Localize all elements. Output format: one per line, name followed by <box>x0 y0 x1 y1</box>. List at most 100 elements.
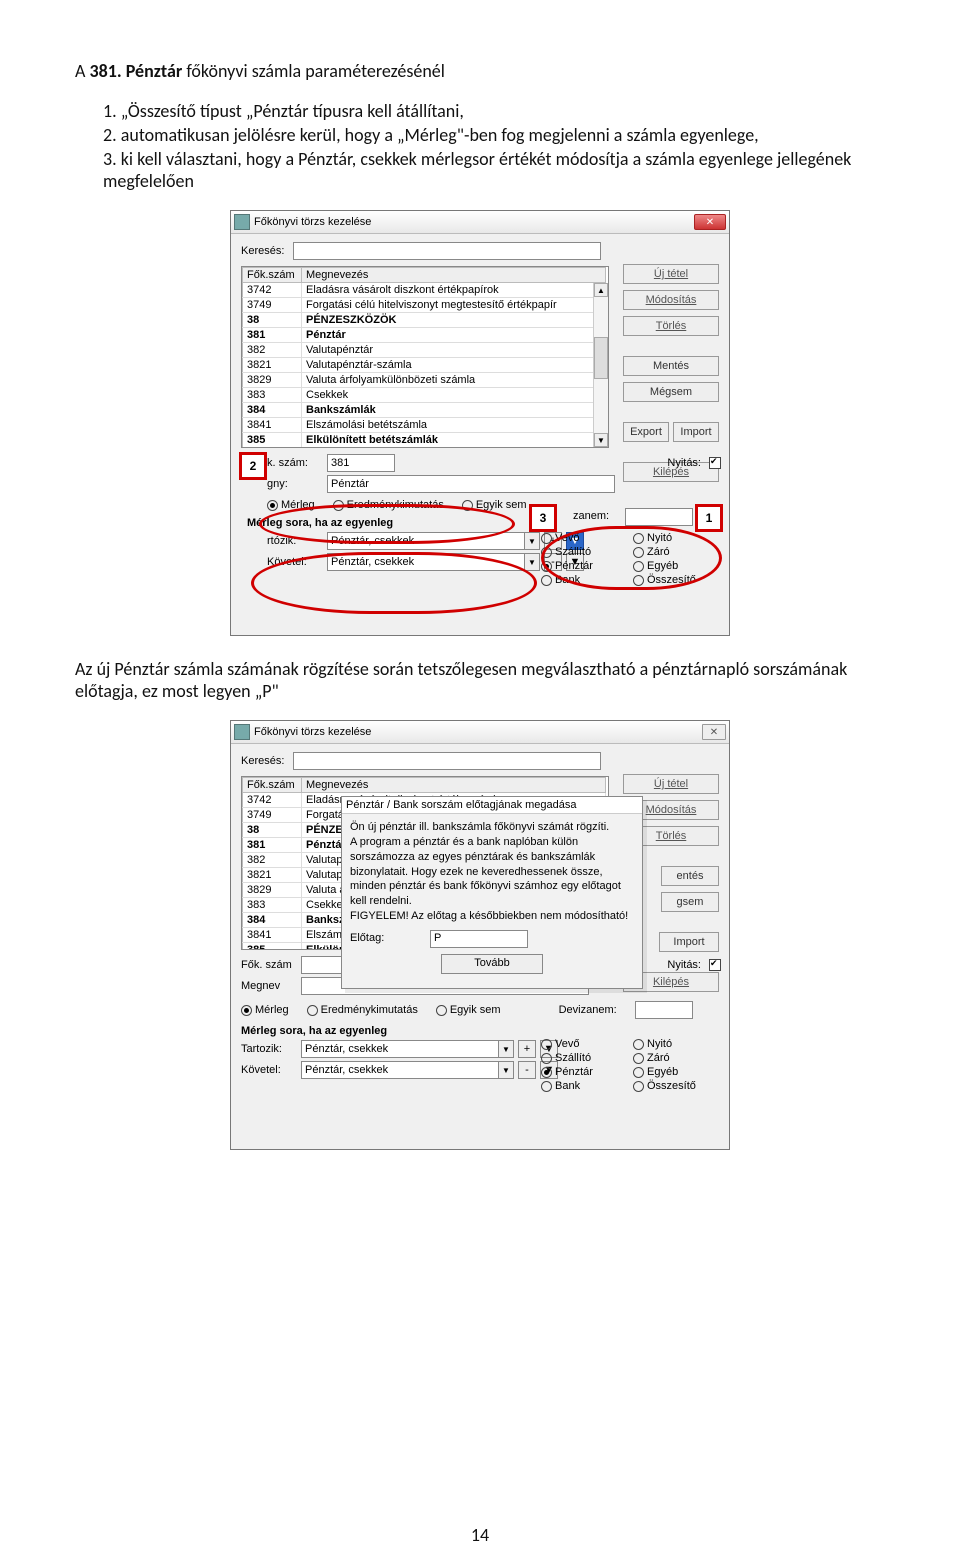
dialog-text-3: FIGYELEM! Az előtag a későbbiekben nem m… <box>350 909 634 924</box>
devizanem-label: zanem: <box>573 510 609 522</box>
dropdown-icon[interactable]: ▼ <box>499 1061 514 1079</box>
scroll-down-icon[interactable]: ▼ <box>594 433 608 447</box>
nyitas-checkbox[interactable] <box>709 457 721 469</box>
col-code: Fők.szám <box>243 778 302 793</box>
radio-egyeb[interactable]: Egyéb <box>633 560 721 572</box>
export-button[interactable]: Export <box>623 422 669 442</box>
section-label: Mérleg sora, ha az egyenleg <box>241 1025 721 1037</box>
dropdown-icon[interactable]: ▼ <box>525 553 540 571</box>
minus-button[interactable]: - <box>518 1061 536 1079</box>
table-row[interactable]: 384Bankszámlák <box>243 403 606 418</box>
table-row[interactable]: 382Valutapénztár <box>243 343 606 358</box>
table-row[interactable]: 383Csekkek <box>243 388 606 403</box>
tartozik-combo[interactable]: Pénztár, csekkek ▼ <box>301 1040 514 1058</box>
list-item-1: 1. „Összesítő típust „Pénztár típusra ke… <box>75 100 885 122</box>
plus-button[interactable]: + <box>518 1040 536 1058</box>
elotag-label: Előtag: <box>350 931 430 946</box>
table-row[interactable]: 381Pénztár <box>243 328 606 343</box>
new-button[interactable]: Új tétel <box>623 774 719 794</box>
elotag-input[interactable]: P <box>430 930 528 948</box>
tartozik-label: rtózik: <box>267 535 327 547</box>
table-row[interactable]: 38PÉNZESZKÖZÖK <box>243 313 606 328</box>
kovetel-combo[interactable]: Pénztár, csekkek ▼ <box>327 553 540 571</box>
table-row[interactable]: 3742Eladásra vásárolt diszkont értékpapí… <box>243 283 606 298</box>
radio-eredmeny[interactable]: Eredménykimutatás <box>333 499 444 511</box>
delete-button[interactable]: Törlés <box>623 316 719 336</box>
dropdown-icon[interactable]: ▼ <box>525 532 540 550</box>
tovabb-button[interactable]: Tovább <box>441 954 543 974</box>
close-icon[interactable]: ✕ <box>702 724 726 740</box>
account-table[interactable]: Fők.szám Megnevezés 3742Eladásra vásárol… <box>241 266 609 448</box>
fokszam-label: k. szám: <box>267 457 327 469</box>
radio-nyito[interactable]: Nyitó <box>633 532 721 544</box>
kovetel-combo[interactable]: Pénztár, csekkek ▼ <box>301 1061 514 1079</box>
title-line: A 381. Pénztár főkönyvi számla paraméter… <box>75 60 885 82</box>
radio-osszesito[interactable]: Összesítő <box>633 574 721 586</box>
search-input[interactable] <box>293 752 601 770</box>
dialog-text-2: A program a pénztár és a bank naplóban k… <box>350 835 634 909</box>
table-row[interactable]: 3829Valuta árfolyamkülönbözeti számla <box>243 373 606 388</box>
save-button-partial[interactable]: entés <box>661 866 719 886</box>
callout-1: 1 <box>695 504 723 532</box>
radio-egyiksem[interactable]: Egyik sem <box>436 1004 501 1016</box>
radio-szallito[interactable]: Szállító <box>541 1052 629 1064</box>
radio-osszesito[interactable]: Összesítő <box>633 1080 721 1092</box>
radio-zaro[interactable]: Záró <box>633 546 721 558</box>
devizanem-input[interactable] <box>635 1001 693 1019</box>
radio-penztar[interactable]: Pénztár <box>541 560 629 572</box>
radio-bank[interactable]: Bank <box>541 1080 629 1092</box>
table-row[interactable]: 3749Forgatási célú hitelviszonyt megtest… <box>243 298 606 313</box>
new-button[interactable]: Új tétel <box>623 264 719 284</box>
tartozik-combo[interactable]: Pénztár, csekkek ▼ <box>327 532 540 550</box>
radio-merleg[interactable]: Mérleg <box>267 499 315 511</box>
radio-zaro[interactable]: Záró <box>633 1052 721 1064</box>
import-button[interactable]: Import <box>673 422 719 442</box>
import-button[interactable]: Import <box>659 932 719 952</box>
nyitas-checkbox[interactable] <box>709 959 721 971</box>
radio-eredmeny[interactable]: Eredménykimutatás <box>307 1004 418 1016</box>
kovetel-label: Követel: <box>241 1064 301 1076</box>
table-row[interactable]: 3851Kamatozó betétszámlák <box>243 448 606 449</box>
window-title: Főkönyvi törzs kezelése <box>254 216 694 228</box>
cancel-button-partial[interactable]: gsem <box>661 892 719 912</box>
search-input[interactable] <box>293 242 601 260</box>
table-row[interactable]: 3841Elszámolási betétszámla <box>243 418 606 433</box>
prefix-dialog: Pénztár / Bank sorszám előtagjának megad… <box>341 796 643 989</box>
radio-vevo[interactable]: Vevő <box>541 532 629 544</box>
fokszam-input[interactable]: 381 <box>327 454 395 472</box>
fokszam-label: Fők. szám <box>241 959 301 971</box>
radio-nyito[interactable]: Nyitó <box>633 1038 721 1050</box>
side-buttons: Új tétel Módosítás Törlés Mentés Mégsem … <box>623 264 719 482</box>
type-radios: Vevő Nyitó Szállító Záró Pénztár Egyéb B… <box>541 1038 721 1092</box>
scroll-up-icon[interactable]: ▲ <box>594 283 608 297</box>
window-title: Főkönyvi törzs kezelése <box>254 726 702 738</box>
close-icon[interactable]: ✕ <box>694 214 726 230</box>
list-item-2: 2. automatikusan jelölésre kerül, hogy a… <box>75 124 885 146</box>
title-bold: 381. Pénztár <box>89 60 182 82</box>
edit-button[interactable]: Módosítás <box>623 290 719 310</box>
radio-merleg[interactable]: Mérleg <box>241 1004 289 1016</box>
cancel-button[interactable]: Mégsem <box>623 382 719 402</box>
app-icon <box>234 724 250 740</box>
save-button[interactable]: Mentés <box>623 356 719 376</box>
radio-szallito[interactable]: Szállító <box>541 546 629 558</box>
devizanem-input[interactable] <box>625 508 693 526</box>
titlebar: Főkönyvi törzs kezelése ✕ <box>231 211 729 234</box>
radio-vevo[interactable]: Vevő <box>541 1038 629 1050</box>
radio-egyiksem[interactable]: Egyik sem <box>462 499 527 511</box>
nyitas-label: Nyitás: <box>667 959 701 971</box>
table-row[interactable]: 3821Valutapénztár-számla <box>243 358 606 373</box>
page-number: 14 <box>0 1524 960 1546</box>
radio-egyeb[interactable]: Egyéb <box>633 1066 721 1078</box>
dropdown-icon[interactable]: ▼ <box>499 1040 514 1058</box>
radio-bank[interactable]: Bank <box>541 574 629 586</box>
megnev-input[interactable]: Pénztár <box>327 475 615 493</box>
app-window-1: Főkönyvi törzs kezelése ✕ Keresés: Új té… <box>230 210 730 636</box>
radio-penztar[interactable]: Pénztár <box>541 1066 629 1078</box>
table-row[interactable]: 385Elkülönített betétszámlák <box>243 433 606 448</box>
scrollbar[interactable]: ▲ ▼ <box>593 283 608 447</box>
scroll-thumb[interactable] <box>594 337 608 379</box>
col-name: Megnevezés <box>302 268 606 283</box>
callout-2: 2 <box>239 452 267 480</box>
app-icon <box>234 214 250 230</box>
